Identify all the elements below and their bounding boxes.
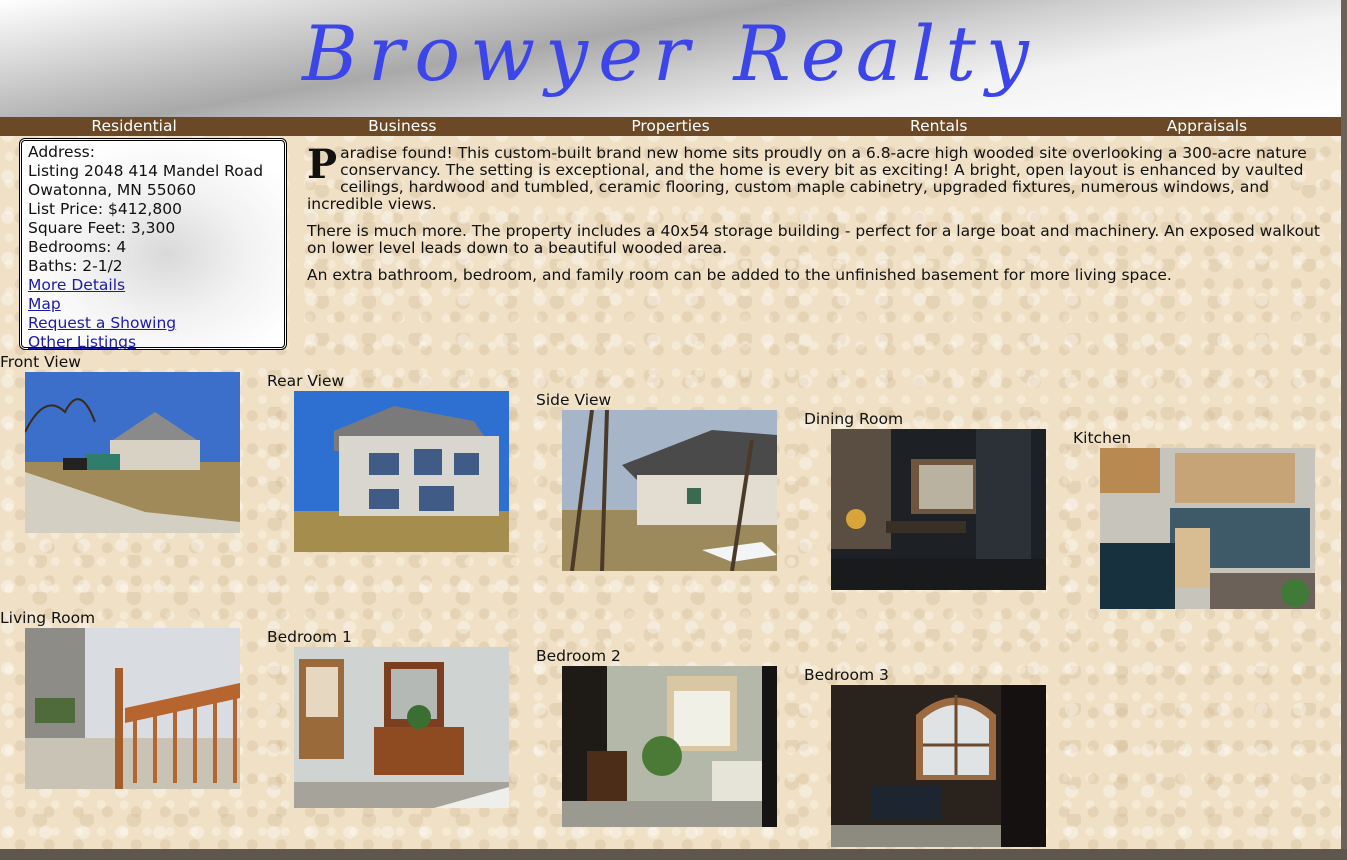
photo-side-view[interactable] [562,410,777,571]
photo-caption: Living Room [0,609,96,627]
bedrooms: Bedrooms: 4 [28,238,127,256]
gallery-item-bed3: Bedroom 3 [804,666,889,684]
listing-info-box: Address: Listing 2048 414 Mandel Road Ow… [19,138,287,352]
other-listings-link[interactable]: Other Listings [28,333,284,352]
photo-rear-view[interactable] [294,391,509,552]
more-details-link[interactable]: More Details [28,276,284,295]
gallery-item-bed1: Bedroom 1 [267,628,352,646]
nav-properties[interactable]: Properties [536,117,804,136]
photo-caption: Side View [536,391,612,409]
main-nav: Residential Business Properties Rentals … [0,117,1341,136]
map-link[interactable]: Map [28,295,284,314]
nav-rentals[interactable]: Rentals [805,117,1073,136]
site-header: Browyer Realty [0,0,1341,117]
gallery-item-bed2: Bedroom 2 [536,647,621,665]
description-paragraph: There is much more. The property include… [307,222,1320,257]
gallery-item-front: Front View [0,353,81,371]
drop-cap: P [307,141,338,188]
list-price: List Price: $412,800 [28,200,182,218]
nav-residential[interactable]: Residential [0,117,268,136]
page-shadow-right [1341,0,1347,860]
photo-caption: Rear View [267,372,345,390]
baths: Baths: 2-1/2 [28,257,123,275]
photo-bedroom-2[interactable] [562,666,777,827]
site-logo[interactable]: Browyer Realty [0,4,1341,104]
photo-front-view[interactable] [25,372,240,533]
gallery-item-living: Living Room [0,609,95,627]
listing-address: Listing 2048 414 Mandel Road [28,162,264,180]
square-feet: Square Feet: 3,300 [28,219,176,237]
address-label: Address: [28,143,95,161]
gallery-item-side: Side View [536,391,611,409]
photo-kitchen[interactable] [1100,448,1315,609]
photo-dining-room[interactable] [831,429,1046,590]
gallery-item-dining: Dining Room [804,410,903,428]
photo-living-room[interactable] [25,628,240,789]
photo-caption: Front View [0,353,81,371]
listing-city: Owatonna, MN 55060 [28,181,197,199]
photo-caption: Kitchen [1073,429,1132,447]
gallery-item-kitchen: Kitchen [1073,429,1131,447]
gallery-item-rear: Rear View [267,372,344,390]
property-description: Paradise found! This custom-built brand … [307,145,1343,294]
request-showing-link[interactable]: Request a Showing [28,314,284,333]
nav-business[interactable]: Business [268,117,536,136]
photo-caption: Bedroom 1 [267,628,352,646]
photo-bedroom-1[interactable] [294,647,509,808]
photo-caption: Dining Room [804,410,904,428]
nav-appraisals[interactable]: Appraisals [1073,117,1341,136]
description-paragraph: Paradise found! This custom-built brand … [307,141,1307,213]
photo-caption: Bedroom 2 [536,647,621,665]
photo-caption: Bedroom 3 [804,666,889,684]
description-paragraph: An extra bathroom, bedroom, and family r… [307,266,1172,284]
page-shadow-bottom [0,849,1347,860]
photo-bedroom-3[interactable] [831,685,1046,847]
